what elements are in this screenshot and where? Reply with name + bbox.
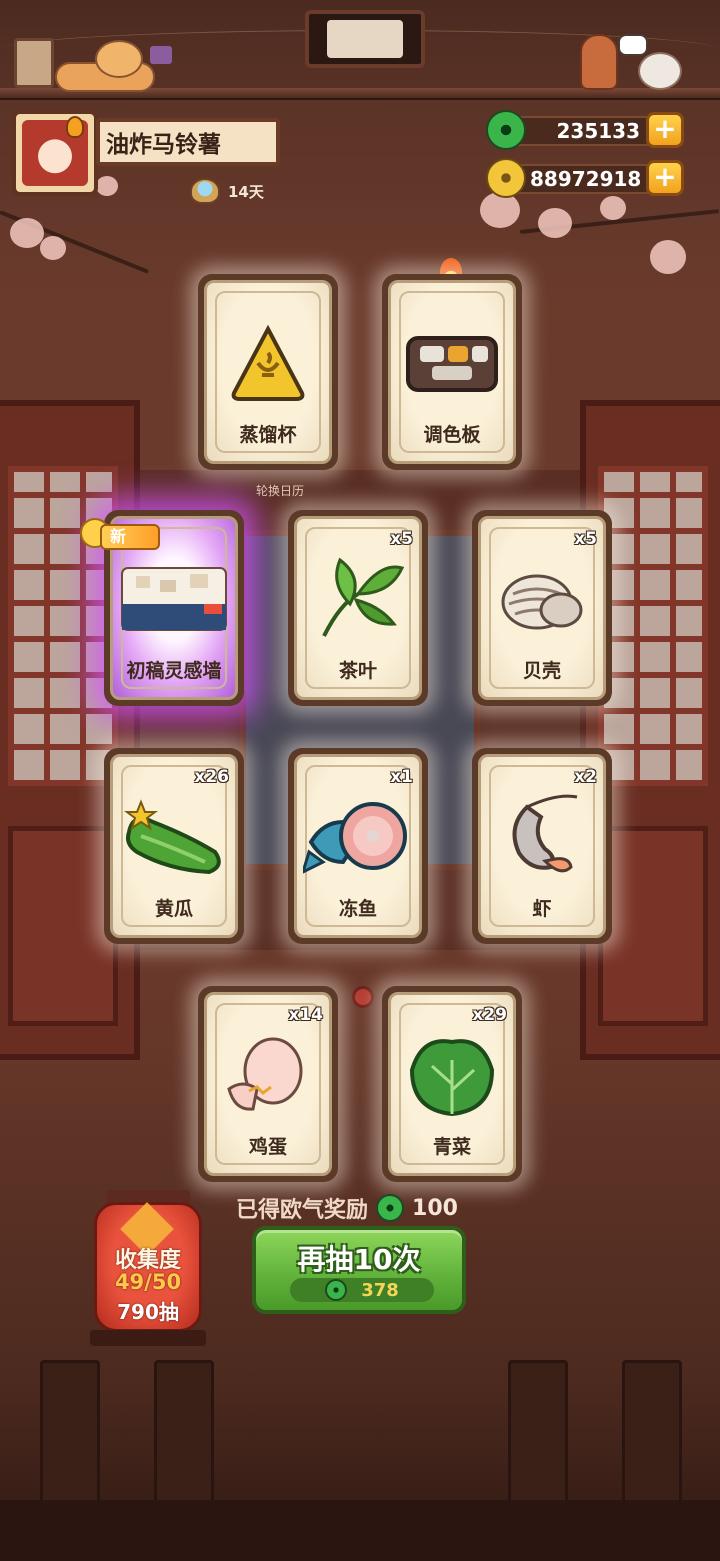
card-shrimp[interactable]: x2 虾 [472, 748, 612, 944]
player-name-plate: 油炸马铃薯 [96, 118, 280, 166]
jade-value: 235133 [556, 119, 641, 143]
railing-post [154, 1360, 214, 1510]
gold-coin-icon [486, 158, 526, 198]
card-greens[interactable]: x29 青菜 [382, 986, 522, 1182]
blossom [40, 236, 66, 260]
login-days-text: 14天 [228, 182, 264, 201]
cucumber-icon [119, 792, 229, 886]
greens-icon [402, 1030, 502, 1124]
draw-cost: 378 [290, 1278, 434, 1302]
card-count: x29 [472, 1005, 507, 1025]
frozen-fish-icon [300, 792, 413, 886]
flame-badge-icon [66, 116, 84, 138]
card-count: x5 [390, 529, 413, 549]
jade-currency: 235133 + [486, 110, 686, 150]
blossom [10, 218, 44, 248]
card-count: x5 [574, 529, 597, 549]
reward-amount: 100 [412, 1195, 458, 1221]
notice-board-icon[interactable] [14, 38, 54, 88]
calendar-label: 轮换日历 [255, 484, 304, 498]
characters-icon[interactable] [560, 30, 700, 92]
card-shell[interactable]: x5 贝壳 [472, 510, 612, 706]
jade-coin-icon [486, 110, 526, 150]
player-name: 油炸马铃薯 [106, 132, 221, 158]
center-knob [352, 986, 374, 1008]
new-badge-label: 新 [100, 524, 160, 550]
card-count: x1 [390, 767, 413, 787]
add-gold-button[interactable]: + [646, 160, 684, 196]
inspiration-wall-icon [120, 564, 228, 638]
login-days: 14天 [190, 176, 264, 206]
draw-cost-value: 378 [361, 1279, 399, 1301]
reward-label: 已得欧气奖励 [236, 1198, 369, 1223]
railing-post [622, 1360, 682, 1510]
blossom [96, 176, 118, 196]
hourglass-icon [190, 178, 220, 204]
card-egg[interactable]: x14 鸡蛋 [198, 986, 338, 1182]
card-count: x14 [288, 1005, 323, 1025]
jade-coin-icon [376, 1194, 405, 1222]
distill-cup-icon [228, 323, 308, 407]
card-palette[interactable]: 调色板 [382, 274, 522, 470]
right-door [580, 400, 720, 1060]
left-door [0, 400, 140, 1060]
jade-coin-icon [325, 1279, 348, 1301]
reward-line: 已得欧气奖励 100 [236, 1192, 458, 1224]
shrimp-icon [497, 787, 587, 891]
card-tea-leaf[interactable]: x5 茶叶 [288, 510, 428, 706]
player-avatar[interactable] [12, 110, 98, 196]
collection-progress: 49/50 [114, 1270, 182, 1294]
cat-icon [55, 40, 172, 92]
draw-again-button[interactable]: 再抽10次 378 [252, 1226, 466, 1314]
gold-value: 88972918 [530, 167, 642, 191]
blossom [538, 208, 572, 238]
railing-post [508, 1360, 568, 1510]
gold-currency: 88972918 + [486, 158, 686, 198]
tea-leaf-icon [310, 554, 406, 648]
blossom [600, 196, 626, 220]
egg-icon [223, 1035, 313, 1119]
top-hanging-banner [305, 10, 425, 68]
draw-again-label: 再抽10次 [297, 1243, 421, 1276]
collection-draws: 790抽 [117, 1300, 179, 1324]
railing-post [40, 1360, 100, 1510]
blossom [650, 240, 686, 274]
card-cucumber[interactable]: x26 黄瓜 [104, 748, 244, 944]
card-count: x2 [574, 767, 597, 787]
card-distill-cup[interactable]: 蒸馏杯 [198, 274, 338, 470]
card-frozen-fish[interactable]: x1 冻鱼 [288, 748, 428, 944]
add-jade-button[interactable]: + [646, 112, 684, 148]
chat-bubble-icon [618, 34, 648, 56]
collection-lantern[interactable]: 收集度 49/50 790抽 [90, 1190, 206, 1350]
palette-icon [402, 328, 502, 402]
floor [0, 1500, 720, 1561]
card-count: x26 [194, 767, 229, 787]
shell-icon [497, 564, 587, 638]
new-badge: 新 [80, 516, 164, 554]
